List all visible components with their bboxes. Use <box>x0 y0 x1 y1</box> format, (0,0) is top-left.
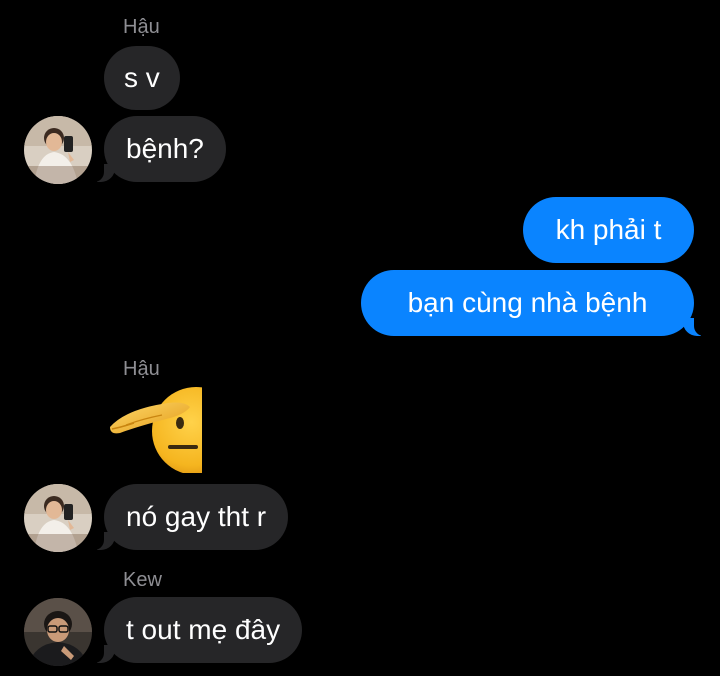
message-text: s v <box>124 62 160 93</box>
avatar-photo-hau <box>24 484 92 552</box>
avatar-photo-kew <box>24 598 92 666</box>
message-text: nó gay tht r <box>126 501 267 532</box>
incoming-message-bubble[interactable]: t out mẹ đây <box>91 597 303 663</box>
saluting-face-emoji-icon[interactable] <box>106 387 202 473</box>
outgoing-message-bubble[interactable]: bạn cùng nhà bệnh <box>361 270 706 336</box>
message-text: bạn cùng nhà bệnh <box>407 287 648 318</box>
sender-name-kew: Kew <box>123 569 162 591</box>
incoming-message-bubble[interactable]: nó gay tht r <box>91 484 289 550</box>
avatar-photo-hau <box>24 116 92 184</box>
avatar-hau[interactable] <box>24 484 92 552</box>
message-text: t out mẹ đây <box>126 614 281 645</box>
avatar-kew[interactable] <box>24 598 92 666</box>
avatar-hau[interactable] <box>24 116 92 184</box>
sender-name-hau: Hậu <box>123 16 160 38</box>
incoming-message-bubble[interactable]: bệnh? <box>92 116 226 182</box>
incoming-message-bubble[interactable]: s v <box>104 46 180 110</box>
message-text: bệnh? <box>126 133 204 164</box>
outgoing-message-bubble[interactable]: kh phải t <box>523 197 694 263</box>
message-text: kh phải t <box>555 214 662 245</box>
sender-name-hau: Hậu <box>123 358 160 380</box>
